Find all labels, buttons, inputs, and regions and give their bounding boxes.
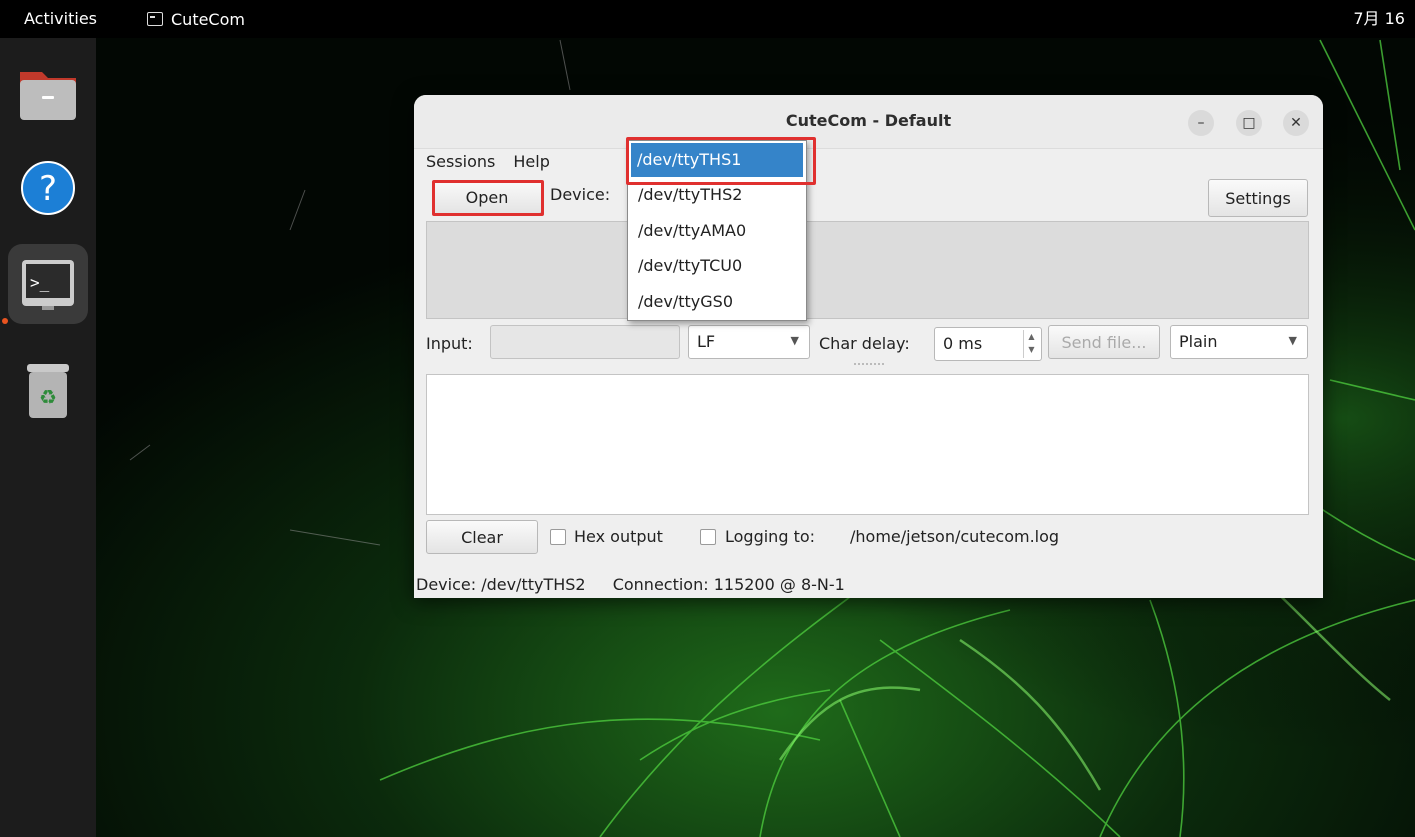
device-option[interactable]: /dev/ttyTHS1 xyxy=(631,143,803,177)
maximize-icon: □ xyxy=(1242,115,1256,131)
clear-button[interactable]: Clear xyxy=(426,520,538,554)
app-indicator-label: CuteCom xyxy=(171,9,245,29)
app-indicator[interactable]: CuteCom xyxy=(147,10,245,29)
char-delay-label: Char delay: xyxy=(819,334,910,353)
dock: ? >_ ♻ xyxy=(0,38,96,837)
device-option[interactable]: /dev/ttyAMA0 xyxy=(628,213,806,249)
spin-arrows-icon[interactable]: ▲ ▼ xyxy=(1023,330,1039,358)
help-icon: ? xyxy=(21,161,75,215)
device-option[interactable]: /dev/ttyGS0 xyxy=(628,284,806,320)
output-pane[interactable] xyxy=(426,374,1309,515)
dock-item-terminal[interactable]: >_ xyxy=(8,244,88,324)
chevron-down-icon: ▼ xyxy=(1288,334,1297,347)
device-label: Device: xyxy=(550,185,611,204)
running-indicator xyxy=(2,318,8,324)
hex-output-checkbox[interactable] xyxy=(550,529,566,545)
send-file-button[interactable]: Send file... xyxy=(1048,325,1160,359)
svg-text:>_: >_ xyxy=(30,273,50,292)
device-option[interactable]: /dev/ttyTHS2 xyxy=(628,177,806,213)
status-bar: Device: /dev/ttyTHS2 Connection: 115200 … xyxy=(414,570,1323,598)
window-title: CuteCom - Default xyxy=(785,111,952,130)
open-button[interactable]: Open xyxy=(432,180,542,214)
splitter-handle[interactable] xyxy=(854,363,884,365)
trash-icon: ♻ xyxy=(27,364,69,418)
input-label: Input: xyxy=(426,334,473,353)
cutecom-window: CuteCom - Default – □ ✕ Sessions Help Op… xyxy=(414,95,1323,598)
format-select[interactable]: Plain ▼ xyxy=(1170,325,1308,359)
maximize-button[interactable]: □ xyxy=(1236,110,1262,136)
char-delay-value: 0 ms xyxy=(943,334,983,353)
line-ending-value: LF xyxy=(697,332,716,351)
title-bar[interactable]: CuteCom - Default – □ ✕ xyxy=(414,95,1323,149)
info-pane xyxy=(426,221,1309,319)
minimize-button[interactable]: – xyxy=(1188,110,1214,136)
device-dropdown: /dev/ttyTHS1 /dev/ttyTHS2 /dev/ttyAMA0 /… xyxy=(627,140,807,321)
menu-sessions[interactable]: Sessions xyxy=(426,152,495,171)
files-icon xyxy=(20,72,76,120)
svg-text:♻: ♻ xyxy=(39,385,57,409)
activities-button[interactable]: Activities xyxy=(0,0,121,38)
status-connection: Connection: 115200 @ 8-N-1 xyxy=(612,575,845,594)
format-value: Plain xyxy=(1179,332,1218,351)
svg-text:?: ? xyxy=(39,169,57,209)
window-icon xyxy=(147,12,163,26)
line-ending-select[interactable]: LF ▼ xyxy=(688,325,810,359)
hex-output-label: Hex output xyxy=(574,527,663,546)
logging-checkbox[interactable] xyxy=(700,529,716,545)
dock-item-trash[interactable]: ♻ xyxy=(8,350,88,430)
settings-button[interactable]: Settings xyxy=(1208,179,1308,217)
send-file-label: Send file... xyxy=(1061,332,1147,352)
device-option[interactable]: /dev/ttyTCU0 xyxy=(628,248,806,284)
dock-item-help[interactable]: ? xyxy=(8,148,88,228)
dock-item-files[interactable] xyxy=(8,54,88,134)
menu-bar: Sessions Help xyxy=(426,152,550,171)
open-button-label: Open xyxy=(465,187,509,207)
clear-button-label: Clear xyxy=(461,527,503,547)
clock[interactable]: 7月 16 xyxy=(1353,0,1405,38)
log-path: /home/jetson/cutecom.log xyxy=(850,527,1060,546)
char-delay-spinbox[interactable]: 0 ms ▲ ▼ xyxy=(934,327,1042,361)
close-button[interactable]: ✕ xyxy=(1283,110,1309,136)
terminal-icon: >_ xyxy=(22,260,74,310)
top-bar: Activities CuteCom 7月 16 xyxy=(0,0,1415,38)
input-field[interactable] xyxy=(490,325,680,359)
close-icon: ✕ xyxy=(1290,115,1302,131)
settings-button-label: Settings xyxy=(1225,188,1291,208)
minimize-icon: – xyxy=(1197,115,1205,131)
menu-help[interactable]: Help xyxy=(513,152,549,171)
chevron-down-icon: ▼ xyxy=(790,334,799,347)
status-device: Device: /dev/ttyTHS2 xyxy=(416,575,586,594)
logging-label: Logging to: xyxy=(725,527,816,546)
